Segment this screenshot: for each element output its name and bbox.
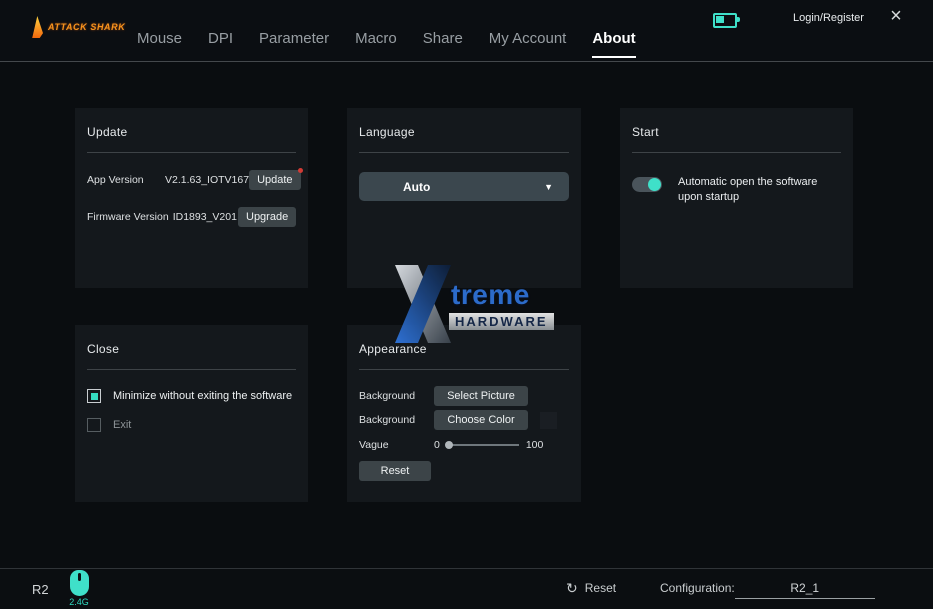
divider [359, 152, 569, 153]
tab-macro[interactable]: Macro [355, 30, 397, 47]
minimize-option-row: Minimize without exiting the software [87, 389, 296, 403]
autostart-label: Automatic open the software upon startup [678, 175, 838, 205]
language-panel: Language Auto ▼ [347, 108, 581, 288]
color-swatch[interactable] [540, 412, 557, 429]
main-nav: Mouse DPI Parameter Macro Share My Accou… [137, 0, 636, 62]
brand-name: ATTACK SHARK [48, 22, 125, 32]
firmware-version-value: ID1893_V201 [173, 211, 237, 223]
configuration-name-field[interactable]: R2_1 [735, 581, 875, 599]
reset-label: Reset [585, 581, 616, 595]
update-button-label: Update [257, 174, 292, 186]
background-picture-label: Background [359, 390, 434, 402]
checkbox-checked-mark [91, 393, 98, 400]
firmware-version-label: Firmware Version [87, 211, 169, 223]
notification-dot [298, 168, 303, 173]
start-panel: Start Automatic open the software upon s… [620, 108, 853, 288]
language-dropdown[interactable]: Auto ▼ [359, 172, 569, 201]
tab-dpi[interactable]: DPI [208, 30, 233, 47]
autostart-toggle[interactable] [632, 177, 662, 192]
login-register-link[interactable]: Login/Register [793, 12, 864, 24]
minimize-checkbox[interactable] [87, 389, 101, 403]
tab-parameter[interactable]: Parameter [259, 30, 329, 47]
firmware-version-row: Firmware Version ID1893_V201 Upgrade [87, 207, 296, 227]
background-color-label: Background [359, 414, 434, 426]
vague-slider-handle[interactable] [445, 441, 453, 449]
exit-option-label: Exit [113, 419, 131, 431]
vague-label: Vague [359, 439, 434, 451]
upgrade-button-label: Upgrade [246, 211, 288, 223]
appearance-panel-title: Appearance [359, 342, 569, 356]
minimize-option-label: Minimize without exiting the software [113, 390, 292, 402]
update-panel: Update App Version V2.1.63_IOTV167 Updat… [75, 108, 308, 288]
autostart-row: Automatic open the software upon startup [632, 175, 841, 205]
update-button[interactable]: Update [249, 170, 300, 190]
device-status: 2.4G [66, 570, 92, 607]
footer: R2 2.4G ↻ Reset Configuration: R2_1 [0, 568, 933, 609]
start-panel-title: Start [632, 125, 841, 139]
divider [359, 369, 569, 370]
configuration-group: Configuration: R2_1 [660, 581, 875, 599]
vague-slider-track[interactable] [447, 444, 519, 446]
slider-min-label: 0 [434, 439, 440, 451]
brand-logo: ATTACK SHARK [28, 16, 125, 38]
mouse-wheel-icon [78, 573, 81, 581]
select-picture-button[interactable]: Select Picture [434, 386, 528, 406]
app-version-label: App Version [87, 174, 161, 186]
connection-mode-label: 2.4G [66, 597, 92, 607]
shark-fin-icon [28, 16, 43, 38]
tab-about[interactable]: About [592, 30, 635, 47]
app-version-value: V2.1.63_IOTV167 [165, 174, 249, 186]
device-profile-label: R2 [32, 582, 49, 597]
divider [87, 152, 296, 153]
vague-slider-row: Vague 0 100 [359, 438, 569, 452]
exit-option-row: Exit [87, 418, 296, 432]
tab-my-account[interactable]: My Account [489, 30, 567, 47]
appearance-panel: Appearance Background Select Picture Bac… [347, 325, 581, 502]
chevron-down-icon: ▼ [544, 182, 553, 192]
close-panel: Close Minimize without exiting the softw… [75, 325, 308, 502]
background-picture-row: Background Select Picture [359, 386, 569, 406]
tab-share[interactable]: Share [423, 30, 463, 47]
close-panel-title: Close [87, 342, 296, 356]
slider-max-label: 100 [526, 439, 544, 451]
battery-icon [713, 13, 737, 28]
reset-configuration-button[interactable]: ↻ Reset [566, 581, 616, 595]
appearance-reset-button[interactable]: Reset [359, 461, 431, 481]
language-selected-value: Auto [359, 180, 430, 194]
upgrade-button[interactable]: Upgrade [238, 207, 296, 227]
app-window: ATTACK SHARK Mouse DPI Parameter Macro S… [0, 0, 933, 609]
exit-checkbox[interactable] [87, 418, 101, 432]
divider [87, 369, 296, 370]
tab-mouse[interactable]: Mouse [137, 30, 182, 47]
refresh-icon: ↻ [566, 581, 578, 595]
language-panel-title: Language [359, 125, 569, 139]
mouse-icon [70, 570, 89, 596]
configuration-label: Configuration: [660, 581, 735, 595]
battery-level [716, 16, 724, 23]
divider [632, 152, 841, 153]
close-icon[interactable]: × [884, 4, 908, 28]
app-version-row: App Version V2.1.63_IOTV167 Update [87, 170, 296, 190]
toggle-knob [648, 178, 661, 191]
header: ATTACK SHARK Mouse DPI Parameter Macro S… [0, 0, 933, 62]
choose-color-button[interactable]: Choose Color [434, 410, 528, 430]
update-panel-title: Update [87, 125, 296, 139]
background-color-row: Background Choose Color [359, 410, 569, 430]
